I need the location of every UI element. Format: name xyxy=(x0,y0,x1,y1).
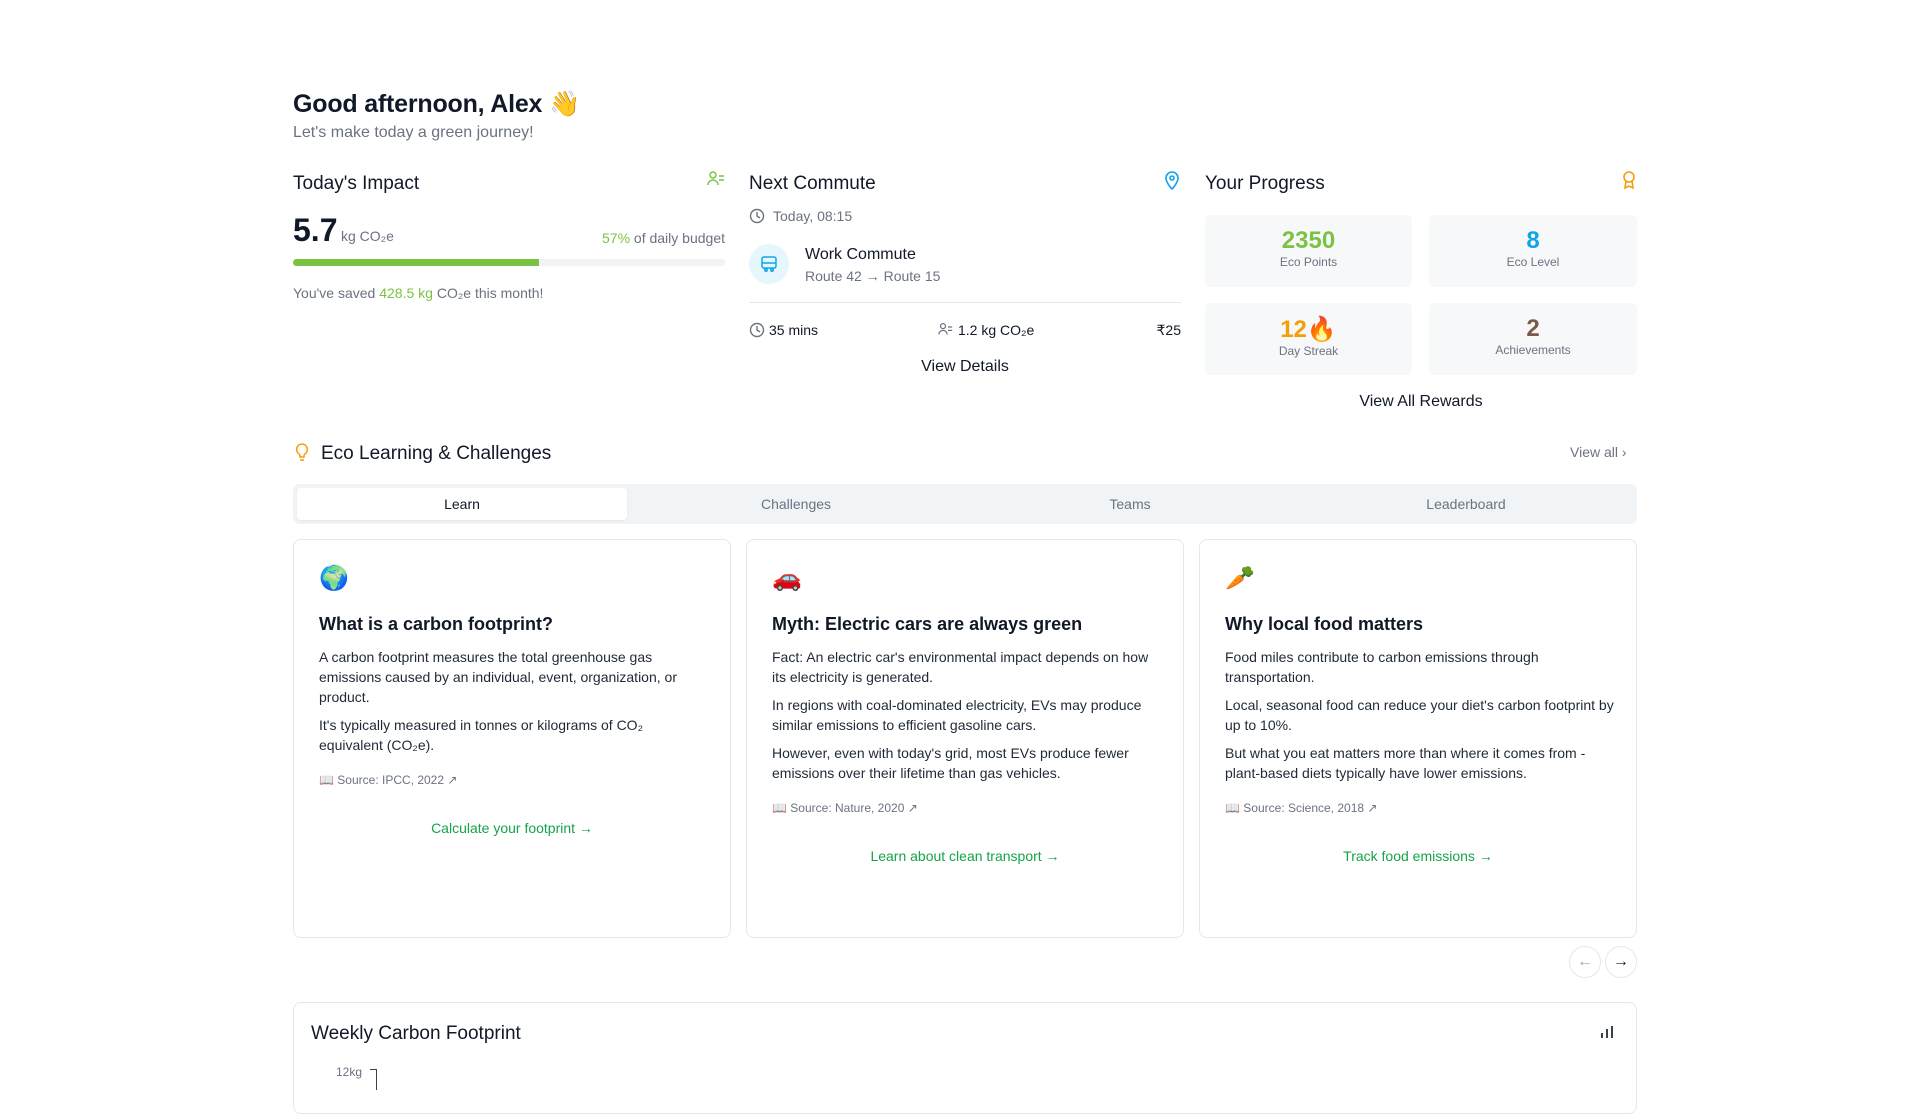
bus-icon xyxy=(749,244,789,284)
carousel-next-button[interactable]: → xyxy=(1605,946,1637,978)
stat-day-streak: 12🔥 Day Streak xyxy=(1205,303,1412,375)
card-source[interactable]: 📖 Source: Nature, 2020 ↗ xyxy=(772,801,918,815)
stat-value: 8 xyxy=(1526,227,1540,254)
greeting: Good afternoon, Alex 👋 xyxy=(293,90,580,118)
progress-panel: Your Progress 2350 Eco Points 8 Eco Leve… xyxy=(1205,170,1637,420)
external-link-icon: ↗ xyxy=(907,801,918,815)
duration-clock-icon xyxy=(749,322,765,343)
arrow-right-icon: → xyxy=(1613,953,1629,970)
card-title: Why local food matters xyxy=(1225,614,1424,634)
commute-divider xyxy=(749,302,1181,303)
card-paragraph: But what you eat matters more than where… xyxy=(1225,745,1586,781)
weekly-chart-card: Weekly Carbon Footprint 12kg xyxy=(293,1002,1637,1114)
impact-title: Today's Impact xyxy=(293,173,420,194)
book-icon: 📖 xyxy=(772,801,787,815)
book-icon: 📖 xyxy=(319,773,334,787)
commute-route: Route 42 → Route 15 xyxy=(805,268,941,284)
view-all-rewards-button[interactable]: View All Rewards xyxy=(1205,393,1637,411)
impact-unit: kg CO₂e xyxy=(341,228,394,244)
learn-card: 🌍 What is a carbon footprint? A carbon f… xyxy=(293,539,731,938)
commute-panel: Next Commute Today, 08:15 Work Commute R… xyxy=(749,170,1181,385)
track-food-link[interactable]: Track food emissions → xyxy=(1200,848,1636,864)
saved-suffix: CO₂e this month! xyxy=(432,285,544,301)
external-link-icon: ↗ xyxy=(1367,801,1378,815)
stat-label: Eco Level xyxy=(1506,255,1560,269)
source-label: Source: IPCC, 2022 xyxy=(337,773,445,787)
impact-value: 5.7 xyxy=(293,212,338,248)
card-paragraph: It's typically measured in tonnes or kil… xyxy=(319,717,644,753)
card-paragraph: Local, seasonal food can reduce your die… xyxy=(1225,697,1614,733)
clock-icon xyxy=(749,208,765,229)
tab-leaderboard[interactable]: Leaderboard xyxy=(1299,488,1633,520)
stat-achievements: 2 Achievements xyxy=(1429,303,1637,375)
budget-progress-bar xyxy=(293,259,725,266)
saved-amount: 428.5 kg xyxy=(379,285,433,301)
budget-progress-fill xyxy=(293,259,540,266)
card-source[interactable]: 📖 Source: IPCC, 2022 ↗ xyxy=(319,773,457,787)
card-paragraph: Food miles contribute to carbon emission… xyxy=(1225,649,1539,685)
saved-prefix: You've saved xyxy=(293,285,380,301)
leaf-user-icon xyxy=(707,170,725,193)
chevron-right-icon: › xyxy=(1621,444,1627,460)
view-all-label: View all xyxy=(1570,444,1618,460)
card-title: Myth: Electric cars are always green xyxy=(772,614,1083,634)
stat-value: 2350 xyxy=(1281,227,1336,254)
car-icon: 🚗 xyxy=(772,565,802,592)
map-pin-icon xyxy=(1163,170,1181,195)
stat-label: Day Streak xyxy=(1278,344,1339,358)
tab-challenges[interactable]: Challenges xyxy=(631,488,961,520)
clean-transport-link[interactable]: Learn about clean transport → xyxy=(747,848,1183,864)
card-paragraph: However, even with today's grid, most EV… xyxy=(772,745,1129,781)
budget-text: 57% of daily budget xyxy=(602,230,725,246)
stat-eco-level: 8 Eco Level xyxy=(1429,215,1637,287)
card-source[interactable]: 📖 Source: Science, 2018 ↗ xyxy=(1225,801,1377,815)
progress-title: Your Progress xyxy=(1205,173,1325,194)
carrot-icon: 🥕 xyxy=(1225,565,1255,592)
view-all-link[interactable]: View all › xyxy=(1570,444,1627,460)
commute-cost: ₹25 xyxy=(1156,322,1181,338)
stat-label: Eco Points xyxy=(1279,255,1338,269)
carousel-prev-button[interactable]: ← xyxy=(1569,946,1601,978)
globe-icon: 🌍 xyxy=(319,565,349,592)
learning-title: Eco Learning & Challenges xyxy=(321,443,552,464)
greeting-subtitle: Let's make today a green journey! xyxy=(293,124,534,141)
commute-duration: 35 mins xyxy=(769,322,819,338)
stat-value: 12🔥 xyxy=(1280,316,1337,343)
commute-title: Next Commute xyxy=(749,173,876,194)
tab-learn[interactable]: Learn xyxy=(297,488,627,520)
y-axis-top-label: 12kg xyxy=(336,1065,363,1079)
bar-chart-icon xyxy=(1600,1025,1614,1044)
external-link-icon: ↗ xyxy=(447,773,458,787)
source-label: Source: Science, 2018 xyxy=(1243,801,1365,815)
card-paragraph: A carbon footprint measures the total gr… xyxy=(319,649,677,705)
impact-panel: Today's Impact 5.7 kg CO₂e 57% of daily … xyxy=(293,170,725,320)
book-icon: 📖 xyxy=(1225,801,1240,815)
lightbulb-icon xyxy=(295,443,309,468)
card-paragraph: In regions with coal-dominated electrici… xyxy=(772,697,1142,733)
stat-label: Achievements xyxy=(1495,343,1571,357)
source-label: Source: Nature, 2020 xyxy=(790,801,905,815)
learning-tabs: Learn Challenges Teams Leaderboard xyxy=(293,484,1637,524)
stat-eco-points: 2350 Eco Points xyxy=(1205,215,1412,287)
emissions-icon xyxy=(938,322,953,342)
award-icon xyxy=(1621,170,1637,195)
arrow-left-icon: ← xyxy=(1577,953,1593,970)
saved-text: You've saved 428.5 kg CO₂e this month! xyxy=(293,285,543,301)
weekly-title: Weekly Carbon Footprint xyxy=(311,1023,521,1044)
tab-teams[interactable]: Teams xyxy=(965,488,1295,520)
learn-card: 🥕 Why local food matters Food miles cont… xyxy=(1199,539,1637,938)
budget-suffix: of daily budget xyxy=(630,230,725,246)
budget-percent: 57% xyxy=(602,230,631,246)
commute-emissions: 1.2 kg CO₂e xyxy=(958,322,1035,338)
card-paragraph: Fact: An electric car's environmental im… xyxy=(772,649,1149,685)
calculate-footprint-link[interactable]: Calculate your footprint → xyxy=(294,820,730,836)
stat-value: 2 xyxy=(1526,315,1540,342)
learn-card: 🚗 Myth: Electric cars are always green F… xyxy=(746,539,1184,938)
card-title: What is a carbon footprint? xyxy=(319,614,553,634)
commute-name: Work Commute xyxy=(805,246,916,263)
commute-time: Today, 08:15 xyxy=(773,208,853,224)
view-details-button[interactable]: View Details xyxy=(749,358,1181,376)
